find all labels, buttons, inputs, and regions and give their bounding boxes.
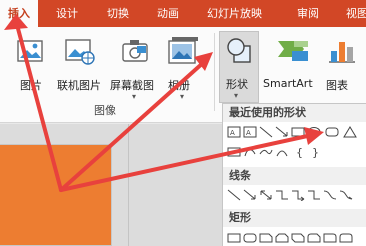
flowchart-process-icon[interactable]: [227, 146, 241, 158]
online-picture-button[interactable]: 联机图片: [55, 33, 107, 93]
curved-arrow-connector-icon[interactable]: [339, 189, 353, 201]
rounded-rectangle-icon[interactable]: [325, 126, 339, 138]
line-icon[interactable]: [259, 126, 273, 138]
photo-album-icon: [168, 37, 198, 64]
svg-text:A: A: [230, 129, 235, 137]
triangle-icon[interactable]: [343, 126, 357, 138]
tab-view[interactable]: 视图: [346, 0, 366, 27]
shapes-chevron-down-icon[interactable]: ▾: [234, 91, 238, 100]
shapes-icon: [227, 38, 251, 63]
smartart-label: SmartArt: [263, 77, 313, 90]
ribbon-tab-bar: 插入 设计 切换 动画 幻灯片放映 审阅 视图: [0, 0, 366, 27]
group-separator: [214, 33, 215, 111]
elbow-connector-icon[interactable]: [275, 189, 289, 201]
smartart-icon: [278, 41, 308, 61]
svg-text:A: A: [246, 129, 251, 137]
double-arrow-line-icon[interactable]: [259, 189, 273, 201]
screenshot-button[interactable]: 屏幕截图 ▾: [108, 33, 162, 101]
chart-icon: [329, 42, 355, 63]
freeform-icon[interactable]: [259, 146, 273, 158]
tab-slideshow[interactable]: 幻灯片放映: [207, 0, 262, 27]
shapes-gallery: 最近使用的形状 A A { } 线条 矩形: [222, 103, 366, 246]
svg-text:{: {: [296, 146, 303, 158]
tab-animations[interactable]: 动画: [157, 0, 179, 27]
arrow-line-icon[interactable]: [243, 189, 257, 201]
images-group-label: 图像: [94, 104, 116, 117]
arc-icon[interactable]: [275, 146, 289, 158]
vertical-text-box-icon[interactable]: A: [243, 126, 257, 138]
photo-album-label: 相册: [168, 79, 190, 92]
lines-header: 线条: [223, 167, 366, 185]
curved-connector-icon[interactable]: [323, 189, 337, 201]
tab-transitions[interactable]: 切换: [107, 0, 129, 27]
recent-shapes-header: 最近使用的形状: [223, 104, 366, 122]
text-box-icon[interactable]: A: [227, 126, 241, 138]
right-brace-icon[interactable]: }: [309, 146, 323, 158]
slide-thumbnail-pane: [0, 124, 222, 246]
left-brace-icon[interactable]: {: [293, 146, 307, 158]
picture-label: 图片: [20, 79, 42, 92]
snip-diagonal-rectangle-icon[interactable]: [291, 232, 305, 244]
curve-icon[interactable]: [243, 146, 257, 158]
snip-same-side-rectangle-icon[interactable]: [275, 232, 289, 244]
chart-label: 图表: [326, 79, 348, 92]
rounded-rectangle-icon[interactable]: [243, 232, 257, 244]
chart-button[interactable]: 图表: [322, 33, 362, 93]
photo-album-button[interactable]: 相册 ▾: [164, 33, 208, 101]
line-icon[interactable]: [227, 189, 241, 201]
tab-insert[interactable]: 插入: [0, 0, 38, 27]
picture-button[interactable]: 图片: [14, 33, 48, 93]
online-picture-label: 联机图片: [57, 79, 101, 92]
pane-divider: [128, 124, 129, 246]
photo-album-chevron-down-icon[interactable]: ▾: [180, 92, 184, 101]
shapes-button[interactable]: 形状 ▾: [219, 31, 259, 103]
rectangle-icon[interactable]: [291, 126, 305, 138]
snip-round-rectangle-icon[interactable]: [307, 232, 321, 244]
tab-design[interactable]: 设计: [56, 0, 78, 27]
tab-review[interactable]: 审阅: [297, 0, 319, 27]
round-same-side-rectangle-icon[interactable]: [339, 232, 353, 244]
online-picture-icon: [65, 39, 95, 65]
elbow-arrow-connector-icon[interactable]: [291, 189, 305, 201]
camera-icon: [122, 40, 148, 62]
svg-text:}: }: [312, 146, 319, 158]
rectangles-header: 矩形: [223, 209, 366, 227]
snip-corner-rectangle-icon[interactable]: [259, 232, 273, 244]
shapes-label: 形状: [226, 78, 248, 91]
round-corner-rectangle-icon[interactable]: [323, 232, 337, 244]
rectangle-icon[interactable]: [227, 232, 241, 244]
oval-icon[interactable]: [307, 126, 321, 138]
slide-thumbnail[interactable]: [0, 144, 112, 246]
arrow-line-icon[interactable]: [275, 126, 289, 138]
screenshot-chevron-down-icon[interactable]: ▾: [132, 92, 136, 101]
picture-icon: [17, 40, 43, 62]
elbow-double-arrow-connector-icon[interactable]: [307, 189, 321, 201]
screenshot-label: 屏幕截图: [110, 79, 154, 92]
smartart-button[interactable]: SmartArt: [262, 33, 320, 93]
